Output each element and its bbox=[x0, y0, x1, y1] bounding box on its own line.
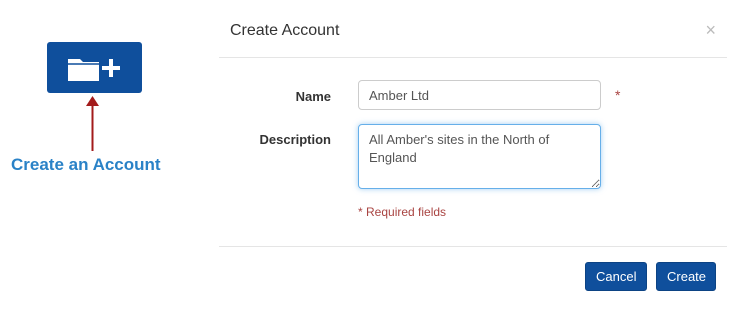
create-button[interactable]: Create bbox=[656, 262, 716, 291]
description-label: Description bbox=[259, 132, 331, 147]
cancel-button[interactable]: Cancel bbox=[585, 262, 647, 291]
footer-divider bbox=[219, 246, 727, 247]
modal-title: Create Account bbox=[230, 22, 340, 39]
arrow-up-icon bbox=[86, 96, 99, 151]
create-account-button[interactable] bbox=[47, 42, 142, 93]
header-divider bbox=[219, 57, 727, 58]
required-marker: * bbox=[615, 87, 621, 103]
close-icon[interactable]: × bbox=[705, 20, 716, 41]
callout-label: Create an Account bbox=[11, 155, 161, 174]
required-fields-note: * Required fields bbox=[358, 205, 447, 219]
name-label: Name bbox=[295, 89, 331, 104]
name-field[interactable] bbox=[358, 80, 601, 110]
folder-add-icon bbox=[66, 53, 124, 83]
create-account-modal: Create Account × Name * Description All … bbox=[219, 0, 727, 327]
description-field[interactable]: All Amber's sites in the North of Englan… bbox=[358, 124, 601, 189]
